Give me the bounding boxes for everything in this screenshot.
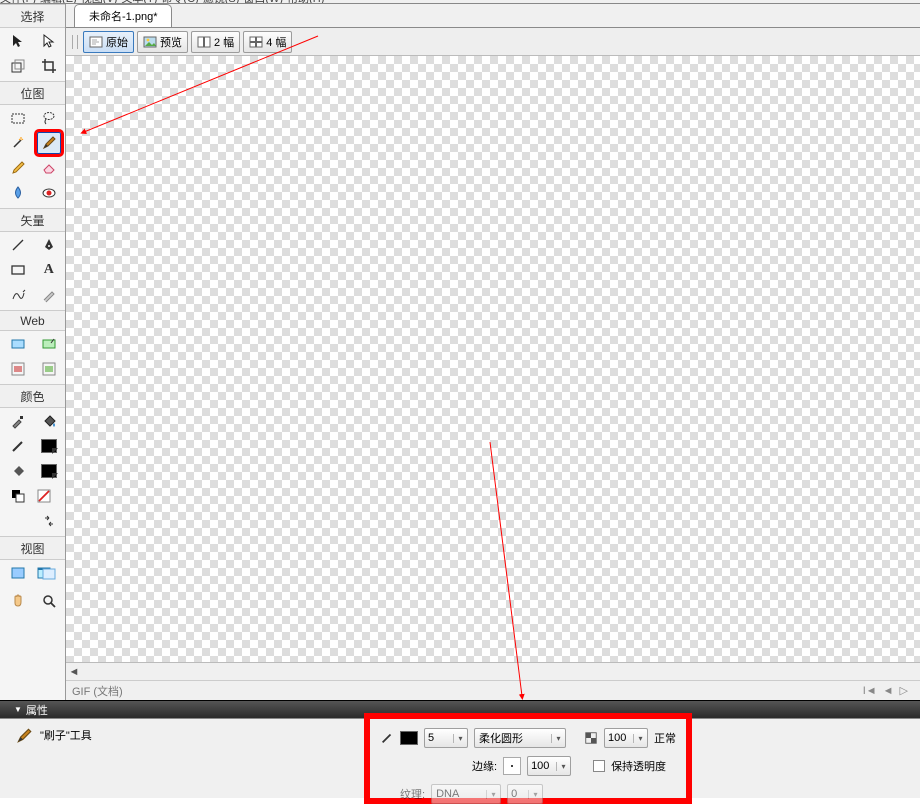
- blur-tool[interactable]: [6, 182, 30, 204]
- document-tab[interactable]: 未命名-1.png*: [74, 4, 172, 27]
- toolbox-section-bitmap: 位图: [0, 81, 65, 105]
- toolbar-gripper-icon: [72, 35, 78, 49]
- opacity-input[interactable]: [605, 732, 633, 744]
- menu-file[interactable]: 文件(F): [0, 0, 36, 4]
- redeye-tool[interactable]: [37, 182, 61, 204]
- edge-label: 边缘:: [472, 758, 497, 774]
- canvas[interactable]: [66, 56, 920, 662]
- paint-bucket-tool[interactable]: [37, 410, 61, 432]
- default-colors-button[interactable]: [6, 485, 30, 507]
- pen-tool[interactable]: [37, 234, 61, 256]
- rectangle-tool[interactable]: [6, 259, 30, 281]
- opacity-icon: [584, 731, 598, 745]
- view-toolbar: 原始 预览 2 幅 4 幅: [66, 28, 920, 56]
- four-up-view-button[interactable]: 4 幅: [243, 31, 292, 53]
- fill-color-icon[interactable]: [6, 460, 30, 482]
- lasso-tool[interactable]: [37, 107, 61, 129]
- brush-size-combo[interactable]: ▾: [424, 728, 468, 748]
- stroke-color-well[interactable]: [37, 435, 61, 457]
- freeform-tool[interactable]: [6, 284, 30, 306]
- eyedropper-tool[interactable]: [6, 410, 30, 432]
- texture-combo[interactable]: DNA▾: [431, 784, 501, 804]
- hide-slices-button[interactable]: [6, 358, 30, 380]
- hotspot-tool[interactable]: [6, 333, 30, 355]
- toolbox-section-vector: 矢量: [0, 208, 65, 232]
- status-text: GIF (文档): [72, 683, 123, 699]
- opacity-combo[interactable]: ▾: [604, 728, 648, 748]
- crop-tool[interactable]: [37, 55, 61, 77]
- document-tab-bar: 未命名-1.png*: [66, 4, 920, 28]
- scale-tool[interactable]: [6, 55, 30, 77]
- slice-tool[interactable]: [37, 333, 61, 355]
- document-area: 未命名-1.png* 原始 预览 2 幅 4 幅 ◄ GIF (文档) I◄◄▷: [66, 4, 920, 700]
- brush-shape-combo[interactable]: 柔化圆形▾: [474, 728, 566, 748]
- edge-combo[interactable]: ▾: [527, 756, 571, 776]
- fullscreen-button[interactable]: [37, 563, 61, 585]
- image-icon: [143, 36, 157, 48]
- brush-options-group: ▾ 柔化圆形▾ ▾ 正常 边缘: ▾ 保持透明度 纹理: DNA▾ ▾: [370, 719, 686, 798]
- toolbox-section-colors: 颜色: [0, 384, 65, 408]
- standard-screen-button[interactable]: [6, 562, 30, 584]
- chevron-down-icon[interactable]: ▾: [453, 734, 467, 743]
- no-color-button[interactable]: [32, 485, 56, 507]
- hand-tool[interactable]: [6, 590, 30, 612]
- magic-wand-tool[interactable]: [6, 132, 30, 154]
- fill-color-well[interactable]: [37, 460, 61, 482]
- transparency-checker: [66, 56, 920, 662]
- toolbox-section-view: 视图: [0, 536, 65, 560]
- chevron-down-icon[interactable]: ▾: [556, 762, 570, 771]
- brush-icon: [14, 727, 34, 745]
- preserve-transparency-label: 保持透明度: [611, 758, 666, 774]
- original-view-button[interactable]: 原始: [83, 31, 134, 53]
- texture-amount-combo[interactable]: ▾: [507, 784, 543, 804]
- text-tool[interactable]: A: [37, 259, 61, 281]
- toolbox-section-select: 选择: [0, 4, 65, 28]
- frame-nav-icons[interactable]: I◄◄▷: [857, 684, 908, 697]
- chevron-down-icon[interactable]: ▾: [551, 734, 565, 743]
- current-tool-display: "刷子"工具: [0, 719, 370, 798]
- knife-tool[interactable]: [37, 284, 61, 306]
- swap-colors-button[interactable]: [37, 510, 61, 532]
- edge-preview-icon: [503, 757, 521, 775]
- edge-input[interactable]: [528, 760, 556, 772]
- page-icon: [89, 36, 103, 48]
- two-up-view-button[interactable]: 2 幅: [191, 31, 240, 53]
- preserve-transparency-checkbox[interactable]: [593, 760, 605, 772]
- status-bar: GIF (文档) I◄◄▷: [66, 680, 920, 700]
- texture-amount-input[interactable]: [508, 788, 528, 800]
- chevron-down-icon[interactable]: ▾: [633, 734, 647, 743]
- eraser-tool[interactable]: [37, 157, 61, 179]
- properties-panel: 属性 "刷子"工具 ▾ 柔化圆形▾ ▾ 正常 边缘: ▾: [0, 700, 920, 800]
- four-up-icon: [249, 36, 263, 48]
- horizontal-scrollbar[interactable]: ◄: [66, 662, 920, 680]
- brush-tool[interactable]: [37, 132, 61, 154]
- stroke-color-icon[interactable]: [6, 435, 30, 457]
- subselect-tool[interactable]: [37, 30, 61, 52]
- toolbox-section-web: Web: [0, 310, 65, 331]
- two-up-icon: [197, 36, 211, 48]
- blend-mode-label: 正常: [654, 730, 676, 746]
- stroke-color-swatch[interactable]: [400, 731, 418, 745]
- toolbox-panel: 选择 位图 矢量 A Web: [0, 4, 66, 700]
- tool-name-label: "刷子"工具: [40, 727, 92, 743]
- show-slices-button[interactable]: [37, 358, 61, 380]
- zoom-tool[interactable]: [37, 590, 61, 612]
- scroll-left-icon[interactable]: ◄: [66, 666, 82, 678]
- chevron-down-icon[interactable]: ▾: [486, 790, 500, 799]
- pointer-tool[interactable]: [6, 30, 30, 52]
- properties-panel-header[interactable]: 属性: [0, 700, 920, 718]
- line-tool[interactable]: [6, 234, 30, 256]
- preview-view-button[interactable]: 预览: [137, 31, 188, 53]
- marquee-tool[interactable]: [6, 107, 30, 129]
- chevron-down-icon[interactable]: ▾: [528, 790, 542, 799]
- brush-size-input[interactable]: [425, 732, 453, 744]
- pencil-tool[interactable]: [6, 157, 30, 179]
- stroke-icon: [380, 731, 394, 745]
